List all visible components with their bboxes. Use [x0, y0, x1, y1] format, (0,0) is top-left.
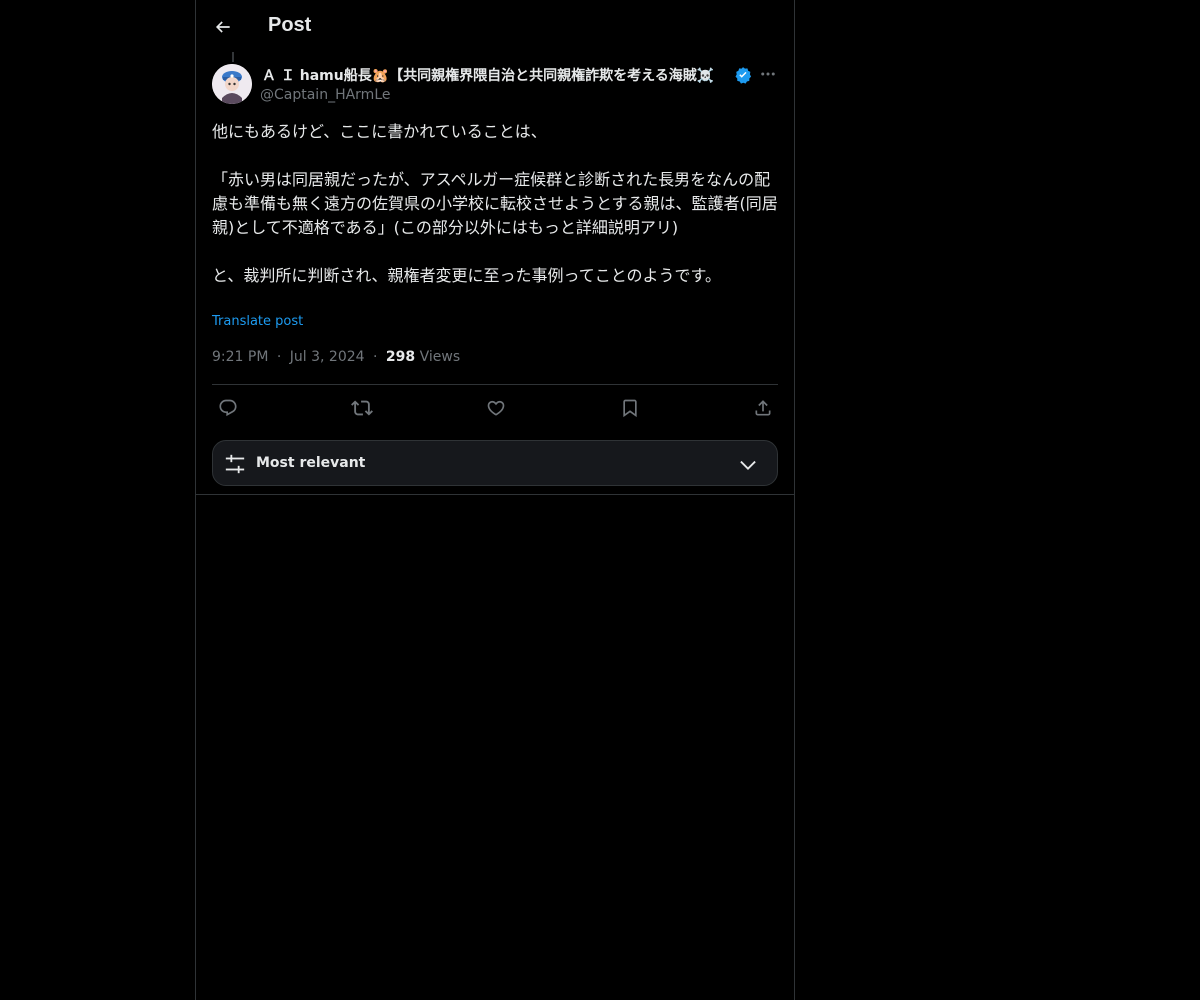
- back-button[interactable]: [206, 10, 240, 44]
- views-label: Views: [419, 349, 461, 365]
- translate-post-link[interactable]: Translate post: [212, 314, 303, 329]
- thread-connector: [232, 52, 234, 62]
- post-time[interactable]: 9:21 PM: [212, 349, 268, 365]
- avatar[interactable]: [212, 64, 252, 104]
- avatar-image-icon: [212, 64, 252, 104]
- divider: [212, 384, 778, 385]
- chevron-down-icon: [740, 460, 756, 470]
- more-options-button[interactable]: [758, 64, 778, 84]
- post-text-line: 他にもあるけど、ここに書かれていることは、: [212, 122, 547, 141]
- views-count: 298: [385, 349, 416, 365]
- reply-button[interactable]: [216, 396, 240, 420]
- meta-separator: ·: [276, 349, 282, 365]
- repost-button[interactable]: [350, 396, 374, 420]
- post-metadata: 9:21 PM · Jul 3, 2024 · 298 Views: [212, 349, 460, 365]
- author-display-name[interactable]: Ａ Ｉ hamu船長🐹【共同親権界隈自治と共同親権詐欺を考える海賊☠️: [262, 65, 714, 85]
- arrow-left-icon: [215, 21, 230, 33]
- divider: [196, 494, 794, 495]
- top-bar: Post: [196, 0, 794, 53]
- meta-separator: ·: [373, 349, 378, 365]
- sliders-icon: [225, 454, 245, 474]
- bookmark-icon: [623, 399, 637, 418]
- post-text-line: と、裁判所に判断され、親権者変更に至った事例ってことのようです。: [212, 266, 721, 285]
- reply-sort-dropdown[interactable]: Most relevant: [212, 440, 778, 486]
- like-button[interactable]: [484, 396, 508, 420]
- primary-column: Post Ａ Ｉ hamu船長🐹【共同親権界隈自治と共同親権詐欺を考える海賊☠️…: [195, 0, 795, 1000]
- author-handle[interactable]: @Captain_HArmLe: [260, 87, 391, 103]
- sort-label: Most relevant: [256, 455, 366, 471]
- share-icon: [755, 400, 771, 416]
- more-horizontal-icon: [761, 72, 775, 76]
- page-title: Post: [268, 14, 312, 36]
- share-button[interactable]: [751, 396, 775, 420]
- heart-icon: [487, 400, 505, 416]
- bookmark-button[interactable]: [618, 396, 642, 420]
- post-date[interactable]: Jul 3, 2024: [290, 349, 365, 365]
- post-text: 他にもあるけど、ここに書かれていることは、 「赤い男は同居親だったが、アスペルガ…: [212, 120, 778, 288]
- reply-icon: [219, 399, 237, 417]
- post-text-line: 「赤い男は同居親だったが、アスペルガー症候群と診断された長男をなんの配慮も準備も…: [212, 170, 778, 237]
- repost-icon: [351, 400, 373, 416]
- verified-badge-icon: [735, 67, 752, 84]
